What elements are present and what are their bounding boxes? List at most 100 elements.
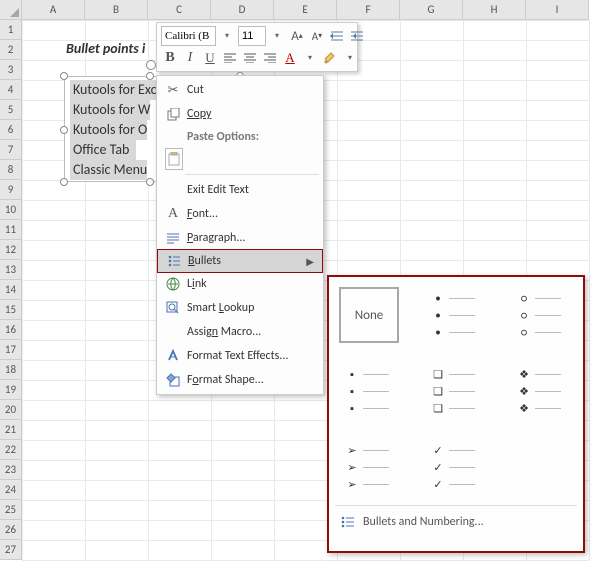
- row-hdr[interactable]: 18: [0, 360, 21, 380]
- resize-handle[interactable]: [60, 72, 68, 80]
- row-hdr[interactable]: 24: [0, 480, 21, 500]
- context-menu: ✂ Cut Copy Paste Options: Exit Edit Text…: [156, 75, 324, 395]
- bullets-and-numbering-label: Bullets and Numbering...: [363, 515, 484, 529]
- menu-exit-edit-text[interactable]: Exit Edit Text: [157, 178, 323, 202]
- bullet-option-hollow-square[interactable]: ❏ ❏ ❏: [425, 363, 485, 419]
- bold-button[interactable]: B: [161, 48, 179, 68]
- row-hdr[interactable]: 14: [0, 280, 21, 300]
- align-center-icon[interactable]: [241, 48, 259, 68]
- bullet-option-none[interactable]: None: [339, 287, 399, 343]
- row-hdr[interactable]: 19: [0, 380, 21, 400]
- row-hdr[interactable]: 2: [0, 40, 21, 60]
- col-hdr-e[interactable]: E: [274, 0, 337, 19]
- col-hdr-a[interactable]: A: [22, 0, 85, 19]
- row-hdr[interactable]: 11: [0, 220, 21, 240]
- resize-handle[interactable]: [146, 178, 154, 186]
- row-hdr[interactable]: 3: [0, 60, 21, 80]
- row-hdr[interactable]: 12: [0, 240, 21, 260]
- menu-cut[interactable]: ✂ Cut: [157, 78, 323, 102]
- rotation-handle-icon[interactable]: [146, 60, 156, 70]
- resize-handle[interactable]: [60, 178, 68, 186]
- submenu-arrow-icon: ▶: [306, 255, 314, 268]
- italic-button[interactable]: I: [181, 48, 199, 68]
- grow-font-button[interactable]: A▴: [288, 26, 306, 46]
- row-hdr[interactable]: 10: [0, 200, 21, 220]
- textbox-line: Kutools for Excel: [70, 80, 167, 100]
- row-hdr[interactable]: 13: [0, 260, 21, 280]
- format-painter-icon[interactable]: [321, 48, 339, 68]
- align-left-icon[interactable]: [221, 48, 239, 68]
- align-right-icon[interactable]: [261, 48, 279, 68]
- format-effects-icon: [163, 349, 183, 363]
- resize-handle[interactable]: [146, 72, 154, 80]
- bullet-option-diamond[interactable]: ❖ ❖ ❖: [511, 363, 571, 419]
- paste-options-header: Paste Options:: [157, 126, 323, 146]
- bullet-option-filled-square[interactable]: ▪ ▪ ▪: [339, 363, 399, 419]
- row-hdr[interactable]: 1: [0, 20, 21, 40]
- row-hdr[interactable]: 16: [0, 320, 21, 340]
- col-hdr-f[interactable]: F: [337, 0, 400, 19]
- bullets-icon: [164, 255, 184, 267]
- smart-lookup-icon: [163, 301, 183, 315]
- bullet-option-check[interactable]: ✓ ✓ ✓: [425, 439, 485, 495]
- row-hdr[interactable]: 15: [0, 300, 21, 320]
- textbox-line: Kutools for O: [70, 120, 147, 140]
- font-size-input[interactable]: [238, 26, 266, 46]
- font-size-dropdown-icon[interactable]: ▾: [268, 26, 286, 46]
- row-hdr[interactable]: 27: [0, 540, 21, 560]
- col-hdr-d[interactable]: D: [211, 0, 274, 19]
- col-hdr-h[interactable]: H: [463, 0, 526, 19]
- menu-format-text-effects[interactable]: Format Text Effects...: [157, 344, 323, 368]
- menu-bullets-label: Bullets: [184, 254, 306, 268]
- bullet-option-disc[interactable]: • • •: [425, 287, 485, 343]
- shrink-font-button[interactable]: A▾: [308, 26, 326, 46]
- row-hdr[interactable]: 8: [0, 160, 21, 180]
- row-hdr[interactable]: 9: [0, 180, 21, 200]
- row-hdr[interactable]: 26: [0, 520, 21, 540]
- row-hdr[interactable]: 20: [0, 400, 21, 420]
- font-name-dropdown-icon[interactable]: ▾: [218, 26, 236, 46]
- row-hdr[interactable]: 5: [0, 100, 21, 120]
- copy-icon: [163, 108, 183, 121]
- col-hdr-c[interactable]: C: [148, 0, 211, 19]
- menu-paragraph[interactable]: Paragraph...: [157, 226, 323, 250]
- row-hdr[interactable]: 23: [0, 460, 21, 480]
- font-color-dropdown-icon[interactable]: ▾: [301, 48, 319, 68]
- bullet-option-arrow[interactable]: ➢ ➢ ➢: [339, 439, 399, 495]
- menu-copy[interactable]: Copy: [157, 102, 323, 126]
- row-headers: 1 2 3 4 5 6 7 8 9 10 11 12 13 14 15 16 1…: [0, 20, 22, 560]
- bullets-and-numbering-item[interactable]: Bullets and Numbering...: [339, 510, 573, 534]
- col-hdr-b[interactable]: B: [85, 0, 148, 19]
- row-hdr[interactable]: 21: [0, 420, 21, 440]
- column-headers: A B C D E F G H I: [22, 0, 589, 20]
- format-painter-dropdown-icon[interactable]: ▾: [341, 48, 359, 68]
- font-color-button[interactable]: A: [281, 48, 299, 68]
- select-all-corner[interactable]: [0, 0, 22, 20]
- resize-handle[interactable]: [60, 126, 68, 134]
- menu-link[interactable]: Link: [157, 272, 323, 296]
- menu-smart-lookup[interactable]: Smart Lookup: [157, 296, 323, 320]
- underline-button[interactable]: U: [201, 48, 219, 68]
- bullet-option-empty[interactable]: [511, 439, 571, 495]
- menu-font[interactable]: A Font...: [157, 202, 323, 226]
- font-name-input[interactable]: [161, 26, 216, 46]
- row-hdr[interactable]: 6: [0, 120, 21, 140]
- bullets-numbering-icon: [341, 516, 363, 528]
- menu-assign-macro[interactable]: Assign Macro...: [157, 320, 323, 344]
- row-hdr[interactable]: 4: [0, 80, 21, 100]
- decrease-indent-icon[interactable]: [328, 26, 346, 46]
- title-text: Bullet points i: [66, 40, 145, 57]
- col-hdr-g[interactable]: G: [400, 0, 463, 19]
- menu-bullets[interactable]: Bullets ▶: [157, 249, 323, 273]
- col-hdr-i[interactable]: I: [526, 0, 589, 19]
- bullets-flyout: None • • • ○ ○ ○ ▪ ▪ ▪ ❏ ❏ ❏ ❖ ❖ ❖ ➢ ➢: [327, 275, 585, 553]
- row-hdr[interactable]: 7: [0, 140, 21, 160]
- menu-format-shape[interactable]: Format Shape...: [157, 368, 323, 392]
- row-hdr[interactable]: 25: [0, 500, 21, 520]
- row-hdr[interactable]: 17: [0, 340, 21, 360]
- format-shape-icon: [163, 373, 183, 387]
- paste-option-button[interactable]: [165, 148, 183, 170]
- bullet-option-circle[interactable]: ○ ○ ○: [511, 287, 571, 343]
- row-hdr[interactable]: 22: [0, 440, 21, 460]
- increase-indent-icon[interactable]: [348, 26, 366, 46]
